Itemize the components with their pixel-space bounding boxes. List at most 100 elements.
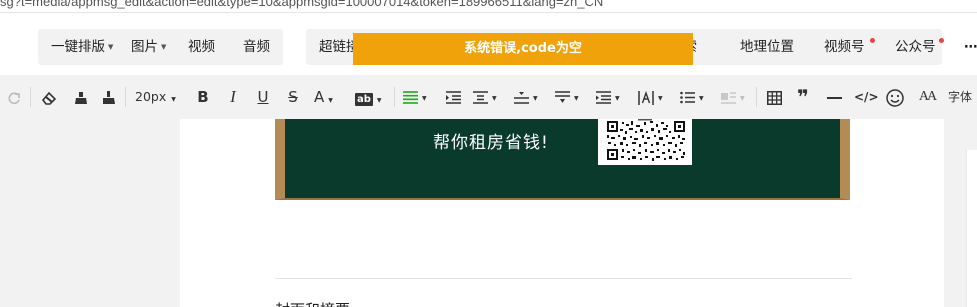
font-color-icon: A <box>314 88 325 106</box>
menu-location[interactable]: 地理位置 <box>740 29 794 65</box>
margin-icon <box>596 91 611 104</box>
chevron-down-icon: ▼ <box>328 97 333 104</box>
menu-label: 图片 <box>131 39 158 55</box>
italic-button[interactable]: I <box>224 85 242 109</box>
align-justify-icon <box>403 91 418 104</box>
clear-format-icon <box>103 90 115 104</box>
text-style-button[interactable]: AA <box>916 85 938 109</box>
image-align-button[interactable]: ▼ <box>721 85 751 109</box>
insert-menu-bar: 一键排版▼ 图片▼ 视频 音频 超链接 搜索 地理位置 视频号 公众号 ⋯ 系统… <box>0 13 977 75</box>
toast-message: 系统错误,code为空 <box>464 41 582 56</box>
menu-image[interactable]: 图片 ▼ <box>131 29 166 65</box>
line-spacing-icon <box>555 91 570 103</box>
background-color-button[interactable]: ab ▼ <box>355 85 389 109</box>
emoji-button[interactable] <box>885 85 905 109</box>
eraser-icon <box>41 91 57 105</box>
redo-icon <box>8 92 20 104</box>
clear-format-button[interactable] <box>100 85 118 109</box>
chevron-down-icon: ▼ <box>615 95 620 102</box>
menu-audio[interactable]: 音频 <box>243 29 270 65</box>
menu-label: 音频 <box>243 39 270 55</box>
toolbar-divider <box>394 87 395 107</box>
bold-button[interactable]: B <box>194 85 212 109</box>
notification-dot <box>939 38 944 43</box>
chevron-down-icon: ▼ <box>658 95 663 102</box>
font-family-label: 字体 <box>948 90 973 104</box>
quote-button[interactable]: ❞ <box>794 85 812 109</box>
strikethrough-button[interactable]: S <box>284 85 302 109</box>
format-painter-icon <box>75 91 87 104</box>
emoji-icon <box>886 88 904 107</box>
more-icon: ⋯ <box>964 39 977 55</box>
chevron-down-icon: ▼ <box>492 95 497 102</box>
strikethrough-icon: S <box>288 88 298 106</box>
chevron-down-icon: ▼ <box>108 43 114 51</box>
menu-one-click-layout[interactable]: 一键排版 ▼ <box>51 29 113 65</box>
format-painter-button[interactable] <box>72 85 90 109</box>
paragraph-spacing-icon <box>514 92 529 104</box>
toolbar-divider <box>756 87 757 107</box>
italic-icon: I <box>230 87 236 106</box>
menu-label: 视频 <box>188 39 215 55</box>
indent-button[interactable] <box>444 85 462 109</box>
align-button[interactable]: ▼ <box>403 85 433 109</box>
menu-label: 公众号 <box>895 39 936 55</box>
horizontal-rule-button[interactable] <box>825 85 843 109</box>
menu-channels[interactable]: 视频号 <box>824 29 865 65</box>
first-line-indent-button[interactable]: ▼ <box>473 85 503 109</box>
chevron-down-icon: ▼ <box>376 97 382 104</box>
letter-spacing-icon <box>638 90 654 105</box>
underline-icon: U <box>257 88 269 106</box>
font-color-button[interactable]: A ▼ <box>314 85 344 109</box>
menu-label: 视频号 <box>824 39 865 55</box>
text-style-icon: AA <box>918 89 937 104</box>
toolbar-divider <box>30 87 31 107</box>
first-line-indent-icon <box>473 91 488 104</box>
menu-label: 一键排版 <box>51 39 105 55</box>
more-menu-button[interactable]: ⋯ <box>964 29 977 65</box>
chevron-down-icon: ▼ <box>171 96 176 103</box>
font-size-select[interactable]: 20px ▼ <box>135 85 183 109</box>
list-icon <box>680 91 695 104</box>
letter-spacing-button[interactable]: ▼ <box>638 85 668 109</box>
horizontal-rule-icon <box>826 96 842 99</box>
font-size-value: 20px <box>135 89 167 104</box>
format-toolbar: 20px▼ B I U S A▼ ab▼ ▼ ▼ ▼ ▼ ▼ ▼ ▼ ▼ <box>0 75 977 119</box>
vertical-scrollbar[interactable] <box>966 150 977 307</box>
cover-summary-label: 封面和摘要 <box>275 299 350 307</box>
background-color-icon: ab <box>355 93 373 106</box>
redo-button[interactable] <box>6 85 22 109</box>
code-icon: </> <box>854 90 879 104</box>
qr-code-image <box>598 119 692 165</box>
quote-icon: ❞ <box>797 85 809 109</box>
underline-button[interactable]: U <box>254 85 272 109</box>
table-button[interactable] <box>765 85 783 109</box>
menu-video[interactable]: 视频 <box>188 29 215 65</box>
code-button[interactable]: </> <box>854 85 879 109</box>
notification-dot <box>870 38 875 43</box>
chevron-down-icon: ▼ <box>699 95 704 102</box>
menu-label: 地理位置 <box>740 39 794 55</box>
error-toast: 系统错误,code为空 <box>353 33 693 65</box>
table-icon <box>766 90 782 105</box>
toolbar-divider <box>125 87 126 107</box>
chevron-down-icon: ▼ <box>533 95 538 102</box>
margin-button[interactable]: ▼ <box>596 85 626 109</box>
chevron-down-icon: ▼ <box>422 95 427 102</box>
banner-caption: 帮你租房省钱! <box>433 133 549 153</box>
indent-icon <box>445 91 461 104</box>
browser-url-bar[interactable]: sg?t=media/appmsg_edit&action=edit&type=… <box>0 0 977 13</box>
font-family-button[interactable]: 字体 <box>948 85 977 109</box>
list-button[interactable]: ▼ <box>680 85 710 109</box>
line-spacing-button[interactable]: ▼ <box>555 85 585 109</box>
bold-icon: B <box>197 88 209 106</box>
article-banner-image[interactable] <box>275 119 850 200</box>
eraser-button[interactable] <box>40 85 58 109</box>
menu-official-account[interactable]: 公众号 <box>895 29 936 65</box>
chevron-down-icon: ▼ <box>161 43 167 51</box>
paragraph-spacing-button[interactable]: ▼ <box>514 85 544 109</box>
section-divider <box>275 278 852 279</box>
chevron-down-icon: ▼ <box>740 95 745 102</box>
qr-code-icon <box>607 119 685 161</box>
image-align-icon <box>721 92 736 104</box>
